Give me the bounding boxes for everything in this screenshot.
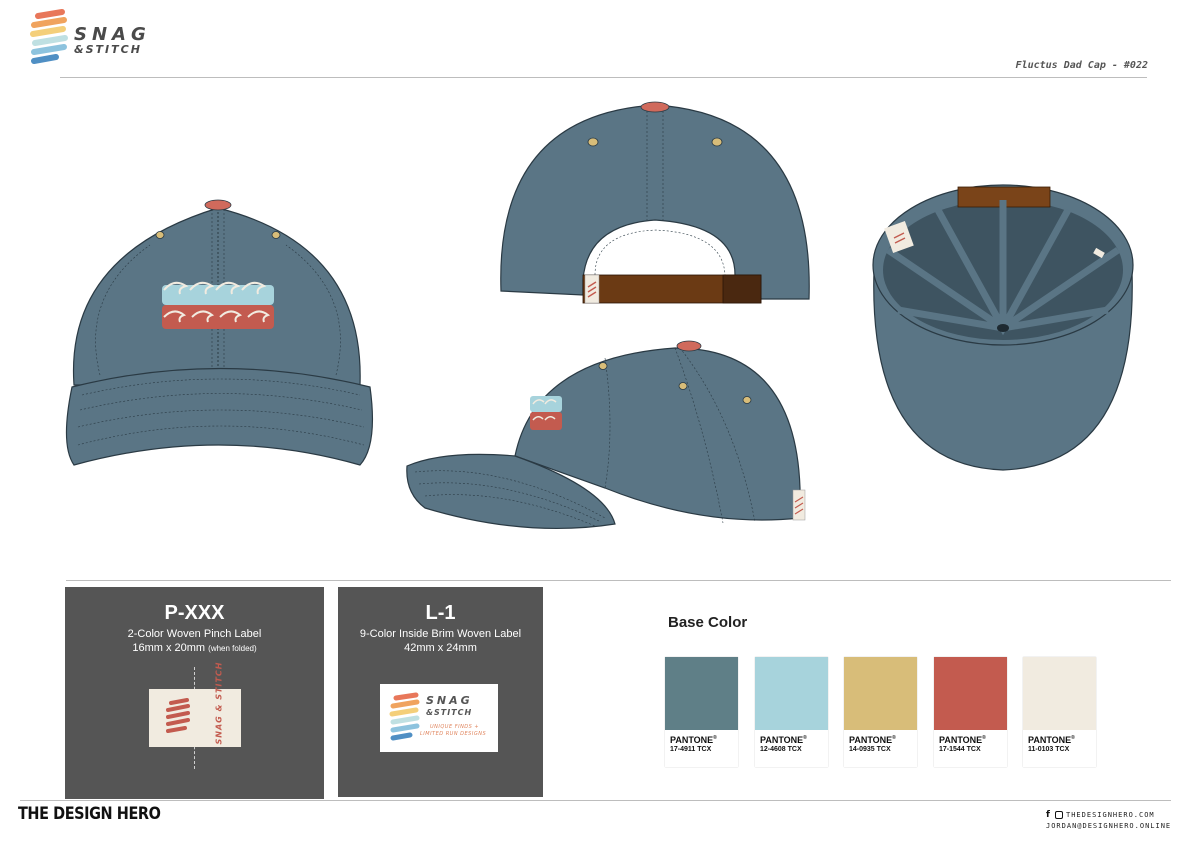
pinch-label-size-value: 16mm x 20mm: [132, 642, 206, 654]
pantone-brand: PANTONE®: [849, 735, 896, 745]
brim-label-brand: SNAG: [426, 694, 473, 707]
pantone-code: 12-4608 TCX: [760, 746, 802, 753]
header-divider: [60, 77, 1147, 78]
brand-logo-mark: [30, 9, 68, 64]
brim-label-sub: &STITCH: [426, 708, 473, 717]
brim-label-panel: L-1 9-Color Inside Brim Woven Label 42mm…: [338, 587, 543, 797]
brim-label-code: L-1: [425, 602, 456, 624]
brand-subname: &STITCH: [74, 43, 142, 56]
pantone-brand: PANTONE®: [939, 735, 986, 745]
pinch-label-sample: SNAG & STITCH: [149, 661, 241, 747]
cap-underside-view: [872, 184, 1134, 471]
cap-back-view: [500, 101, 810, 304]
base-color-title: Base Color: [668, 614, 748, 631]
pinch-label-size-note: (when folded): [208, 644, 257, 653]
brand-name: SNAG: [74, 24, 151, 45]
pantone-code: 17-4911 TCX: [670, 746, 712, 753]
pinch-label-panel: P-XXX 2-Color Woven Pinch Label 16mm x 2…: [65, 587, 324, 799]
pantone-code: 14-0935 TCX: [849, 746, 891, 753]
color-swatch: PANTONE® 12-4608 TCX: [755, 657, 828, 767]
instagram-icon[interactable]: [1055, 811, 1063, 819]
wave-patch: [162, 281, 274, 329]
section-divider: [66, 580, 1171, 581]
facebook-icon[interactable]: f: [1046, 810, 1050, 820]
document-title: Fluctus Dad Cap - #022: [1015, 60, 1148, 71]
pinch-label-size: 16mm x 20mm (when folded): [65, 641, 324, 656]
color-swatch: PANTONE® 17-4911 TCX: [665, 657, 738, 767]
color-chip: [934, 657, 1007, 730]
pantone-brand: PANTONE®: [1028, 735, 1075, 745]
cap-side-view: [406, 340, 806, 530]
brim-label-size: 42mm x 24mm: [404, 642, 477, 654]
footer-website[interactable]: THEDESIGNHERO.COM: [1066, 811, 1155, 819]
color-swatch: PANTONE® 11-0103 TCX: [1023, 657, 1096, 767]
brim-label-description: 9-Color Inside Brim Woven Label: [359, 628, 522, 640]
footer-divider: [20, 800, 1171, 801]
pinch-label-text: SNAG & STITCH: [214, 661, 224, 745]
brim-label-tagline-1: UNIQUE FINDS +: [430, 724, 480, 730]
pantone-code: 17-1544 TCX: [939, 746, 981, 753]
pinch-label-description: 2-Color Woven Pinch Label: [127, 628, 262, 640]
color-chip: [755, 657, 828, 730]
pantone-brand: PANTONE®: [760, 735, 807, 745]
cap-front-view: [65, 199, 374, 466]
brim-label-sample: SNAG &STITCH UNIQUE FINDS + LIMITED RUN …: [380, 684, 498, 752]
pantone-code: 11-0103 TCX: [1028, 746, 1070, 753]
color-chip: [665, 657, 738, 730]
color-swatch: PANTONE® 17-1544 TCX: [934, 657, 1007, 767]
brim-label-tagline-2: LIMITED RUN DESIGNS: [420, 731, 487, 737]
color-chip: [1023, 657, 1096, 730]
pinch-label-logo-mark: [166, 698, 190, 733]
footer-brand: THE DESIGN HERO: [18, 804, 161, 824]
pinch-label-code: P-XXX: [164, 602, 225, 624]
pantone-brand: PANTONE®: [670, 735, 717, 745]
color-chip: [844, 657, 917, 730]
color-swatch: PANTONE® 14-0935 TCX: [844, 657, 917, 767]
footer-email[interactable]: JORDAN@DESIGNHERO.ONLINE: [1046, 822, 1171, 830]
brim-label-logo-mark: [389, 692, 420, 741]
